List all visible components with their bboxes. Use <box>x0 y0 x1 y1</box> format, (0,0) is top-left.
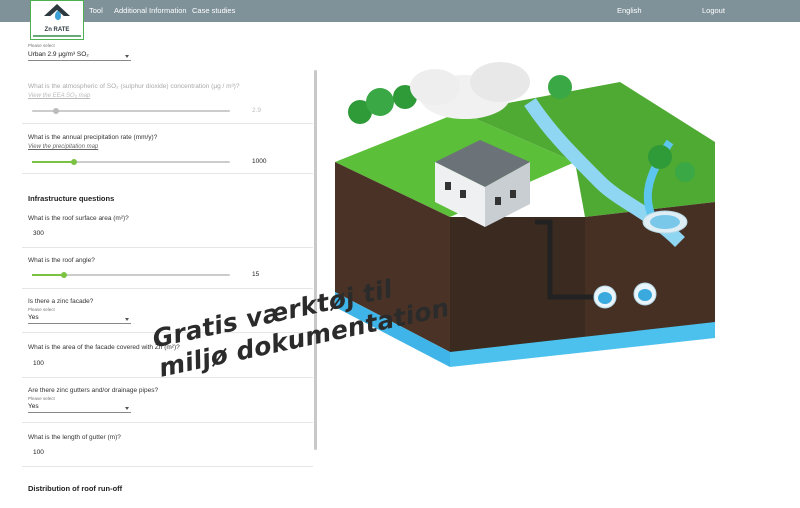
zinc-gutters-question: Are there zinc gutters and/or drainage p… <box>28 387 159 394</box>
env-select-hint: Please select <box>28 43 55 48</box>
precipitation-value: 1000 <box>252 158 267 165</box>
chevron-down-icon <box>125 55 129 58</box>
top-nav-bar: Tool Additional Information Case studies… <box>0 0 800 22</box>
facade-area-input[interactable]: 100 <box>33 360 44 367</box>
precipitation-map-link[interactable]: View the precipitation map <box>28 144 98 150</box>
so2-map-link[interactable]: View the EEA SO₂ map <box>28 93 90 99</box>
language-selector[interactable]: English <box>617 6 642 15</box>
precipitation-question: What is the annual precipitation rate (m… <box>28 134 158 141</box>
so2-question: What is the atmospheric of SO₂ (sulphur … <box>28 83 240 90</box>
so2-value: 2.9 <box>252 107 262 114</box>
zinc-gutters-hint: Please select <box>28 396 55 401</box>
infrastructure-section-title: Infrastructure questions <box>28 194 115 203</box>
logo-text: Zn RATE <box>44 27 70 33</box>
environment-select-value: Urban 2.9 µg/m³ SO₂ <box>28 51 89 58</box>
nav-case-studies[interactable]: Case studies <box>192 6 235 15</box>
roof-area-question: What is the roof surface area (m²)? <box>28 215 129 222</box>
tree-icon <box>548 75 572 99</box>
gutter-length-input[interactable]: 100 <box>33 449 44 456</box>
zinc-facade-select-value: Yes <box>28 314 39 321</box>
so2-slider-thumb[interactable] <box>52 108 59 114</box>
logo-tagline-mark <box>33 35 81 37</box>
chevron-down-icon <box>125 407 129 410</box>
chevron-down-icon <box>125 318 129 321</box>
roof-angle-question: What is the roof angle? <box>28 257 95 264</box>
zinc-facade-question: Is there a zinc facade? <box>28 298 94 305</box>
zinc-gutters-select[interactable]: Yes <box>28 403 131 413</box>
so2-slider[interactable] <box>32 108 230 114</box>
logo[interactable]: Zn RATE <box>30 0 84 40</box>
calculator-form-panel: Please select Urban 2.9 µg/m³ SO₂ What i… <box>0 22 313 508</box>
zinc-facade-hint: Please select <box>28 307 55 312</box>
roof-angle-slider[interactable] <box>32 272 230 278</box>
roof-area-input[interactable]: 300 <box>33 230 44 237</box>
form-scrollbar[interactable] <box>314 70 317 450</box>
logout-link[interactable]: Logout <box>702 6 725 15</box>
environment-select[interactable]: Urban 2.9 µg/m³ SO₂ <box>28 51 131 61</box>
stormwater-illustration <box>335 62 715 367</box>
zinc-facade-select[interactable]: Yes <box>28 314 131 324</box>
runoff-section-title: Distribution of roof run-off <box>28 484 123 493</box>
treatment-tank-icon <box>642 210 688 234</box>
roof-angle-value: 15 <box>252 271 260 278</box>
zinc-gutters-select-value: Yes <box>28 403 39 410</box>
water-drop-icon <box>55 11 61 20</box>
soil-front-mid <box>450 217 585 352</box>
nav-tool[interactable]: Tool <box>89 6 103 15</box>
roof-angle-slider-thumb[interactable] <box>60 272 67 278</box>
nav-additional-information[interactable]: Additional Information <box>114 6 187 15</box>
precipitation-slider[interactable] <box>32 159 230 165</box>
gutter-length-question: What is the length of gutter (m)? <box>28 434 121 441</box>
tree-icon <box>648 145 672 169</box>
precipitation-slider-thumb[interactable] <box>70 159 77 165</box>
